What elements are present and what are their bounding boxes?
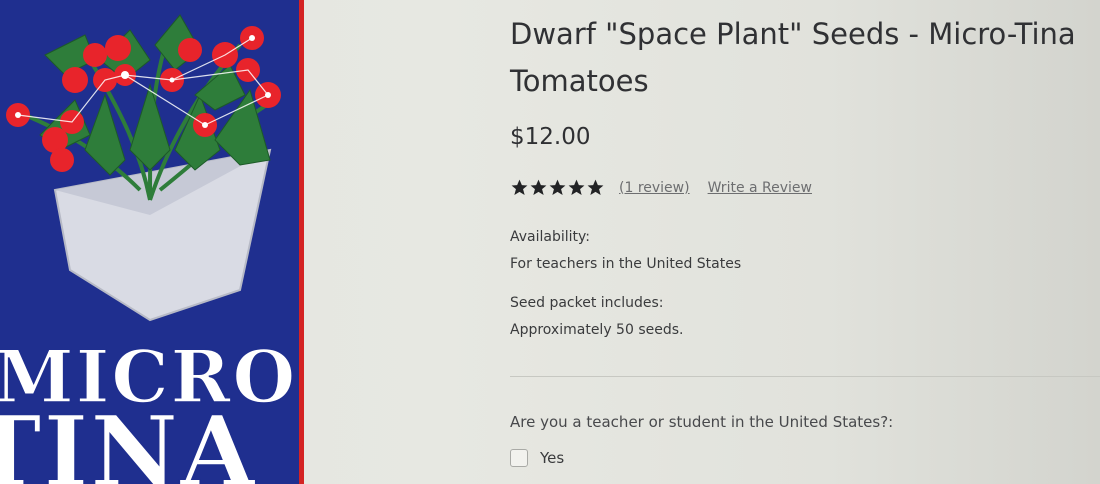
write-review-link[interactable]: Write a Review bbox=[708, 180, 812, 196]
star-icon bbox=[530, 179, 547, 196]
product-price: $12.00 bbox=[510, 124, 591, 150]
star-rating bbox=[510, 178, 605, 197]
star-icon bbox=[511, 179, 528, 196]
yes-option[interactable]: Yes bbox=[510, 449, 564, 467]
review-count-link[interactable]: (1 review) bbox=[619, 180, 690, 196]
yes-checkbox[interactable] bbox=[510, 449, 528, 467]
logo-text-tina: TINA bbox=[0, 395, 257, 484]
star-icon bbox=[587, 179, 604, 196]
availability-label: Availability: bbox=[510, 229, 591, 245]
section-divider bbox=[510, 376, 1100, 377]
star-icon bbox=[549, 179, 566, 196]
teacher-question-label: Are you a teacher or student in the Unit… bbox=[510, 413, 894, 431]
seed-packet-value: Approximately 50 seeds. bbox=[510, 322, 684, 338]
product-title: Dwarf "Space Plant" Seeds - Micro-Tina T… bbox=[510, 17, 1076, 98]
star-icon bbox=[568, 179, 585, 196]
rating-row: (1 review) Write a Review bbox=[510, 178, 824, 197]
yes-label[interactable]: Yes bbox=[540, 449, 564, 467]
availability-value: For teachers in the United States bbox=[510, 256, 742, 272]
seed-packet-label: Seed packet includes: bbox=[510, 295, 664, 311]
product-image[interactable]: MICRO TINA bbox=[0, 0, 304, 484]
